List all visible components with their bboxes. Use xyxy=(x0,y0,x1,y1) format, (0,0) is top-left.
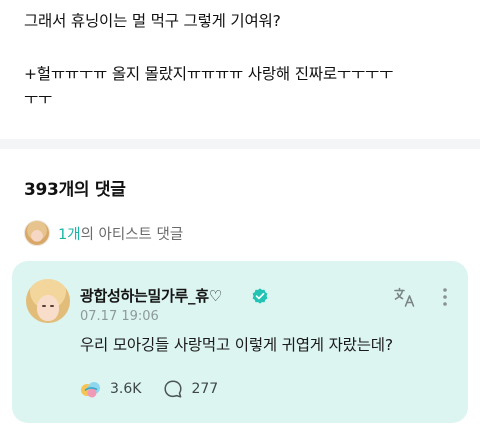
artist-comment-card: 광합성하는밀가루_휴♡ 07.17 19:06 우리 모아깅들 사랑먹고 이렇게… xyxy=(12,261,468,423)
post-text-line-2: +헐ㅠㅠㅜㅠ 올지 몰랐지ㅠㅠㅠㅠ 사랑해 진짜로ㅜㅜㅜㅜ xyxy=(24,65,394,83)
author-avatar[interactable] xyxy=(26,279,70,323)
author-name[interactable]: 광합성하는밀가루_휴♡ xyxy=(80,285,222,306)
post-text-line-3: ㅜㅜ xyxy=(24,90,53,108)
comment-text: 우리 모아깅들 사랑먹고 이렇게 귀엽게 자랐는데? xyxy=(80,336,393,354)
artist-comments-link[interactable]: 1개 의 아티스트 댓글 xyxy=(24,218,183,248)
post-text-line-1: 그래서 휴닝이는 멀 먹구 그렇게 기여워? xyxy=(24,12,281,30)
like-button[interactable]: 3.6K xyxy=(80,379,163,399)
like-reaction-icon xyxy=(81,382,100,398)
comment-timestamp: 07.17 19:06 xyxy=(80,309,159,324)
comments-count-title: 393개의 댓글 xyxy=(24,180,126,200)
like-count: 3.6K xyxy=(110,381,142,397)
reply-count: 277 xyxy=(191,381,219,397)
verified-badge-icon xyxy=(252,288,268,304)
artist-avatar xyxy=(24,220,50,246)
reply-bubble-icon xyxy=(164,380,183,398)
section-divider xyxy=(0,139,480,149)
artist-comment-count: 1개 xyxy=(58,226,81,243)
comment-reactions: 3.6K 277 xyxy=(80,377,218,401)
more-vertical-icon[interactable] xyxy=(436,285,454,309)
artist-comment-label: 의 아티스트 댓글 xyxy=(80,226,184,243)
reply-button[interactable]: 277 xyxy=(163,379,218,399)
translate-icon[interactable] xyxy=(393,286,417,308)
